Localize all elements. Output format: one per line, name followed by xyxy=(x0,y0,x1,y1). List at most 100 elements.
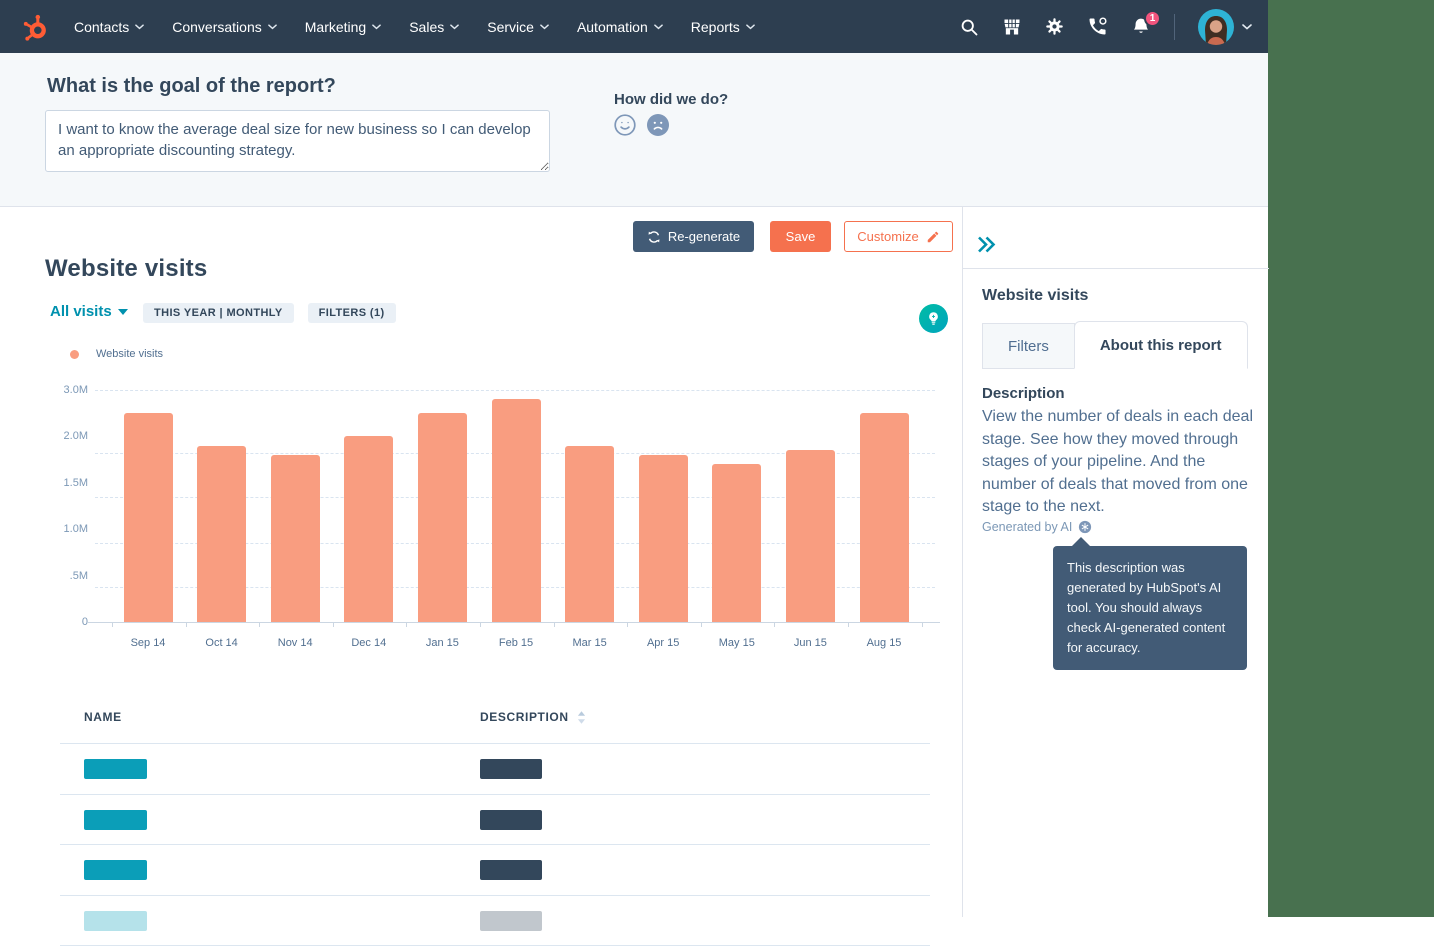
bar-jun-15[interactable] xyxy=(786,450,835,622)
sidebar-title: Website visits xyxy=(982,287,1088,305)
feedback-faces xyxy=(613,113,670,137)
nav-item-marketing[interactable]: Marketing xyxy=(291,0,395,53)
description-heading: Description xyxy=(982,385,1065,402)
bar-sep-14[interactable] xyxy=(124,413,173,622)
x-axis-tick xyxy=(554,622,555,627)
report-table xyxy=(60,743,930,946)
sidebar-divider xyxy=(963,268,1269,269)
report-badge[interactable]: FILTERS (1) xyxy=(308,303,396,323)
goal-input[interactable]: I want to know the average deal size for… xyxy=(45,110,550,172)
caret-down-icon xyxy=(118,309,128,315)
tab-filters[interactable]: Filters xyxy=(982,323,1075,369)
nav-divider xyxy=(1174,14,1175,40)
pencil-icon xyxy=(926,230,940,244)
backdrop xyxy=(1268,0,1434,917)
nav-item-label: Conversations xyxy=(172,19,262,35)
breakdown-dropdown[interactable]: All visits xyxy=(50,303,128,320)
name-placeholder xyxy=(84,911,147,931)
nav-item-conversations[interactable]: Conversations xyxy=(158,0,291,53)
regenerate-label: Re-generate xyxy=(668,229,740,244)
column-header-description[interactable]: DESCRIPTION xyxy=(480,710,586,724)
nav-item-label: Automation xyxy=(577,19,648,35)
y-axis-label: 1.5M xyxy=(30,475,88,491)
customize-label: Customize xyxy=(857,229,918,244)
x-axis-tick xyxy=(480,622,481,627)
gridline xyxy=(95,390,935,391)
ai-info-icon[interactable] xyxy=(1078,520,1092,534)
description-placeholder xyxy=(480,911,542,931)
table-row[interactable] xyxy=(60,795,930,846)
x-axis-tick xyxy=(848,622,849,627)
sidebar-tabs: FiltersAbout this report xyxy=(982,321,1248,369)
bar-aug-15[interactable] xyxy=(860,413,909,622)
name-placeholder xyxy=(84,759,147,779)
account-menu[interactable] xyxy=(1198,9,1252,45)
right-sidebar: Website visits FiltersAbout this report … xyxy=(962,207,1268,917)
ai-tooltip: This description was generated by HubSpo… xyxy=(1053,546,1247,670)
table-row[interactable] xyxy=(60,744,930,795)
chevron-down-icon xyxy=(372,24,381,30)
search-icon[interactable] xyxy=(959,17,979,37)
description-placeholder xyxy=(480,810,542,830)
table-row[interactable] xyxy=(60,845,930,896)
nav-item-sales[interactable]: Sales xyxy=(395,0,473,53)
bar-mar-15[interactable] xyxy=(565,446,614,622)
nav-item-reports[interactable]: Reports xyxy=(677,0,769,53)
bar-may-15[interactable] xyxy=(712,464,761,622)
x-axis-label: Mar 15 xyxy=(560,637,620,649)
y-axis-label: 1.0M xyxy=(30,521,88,537)
report-badge[interactable]: THIS YEAR | MONTHLY xyxy=(143,303,294,323)
regenerate-button[interactable]: Re-generate xyxy=(633,221,754,252)
x-axis-label: Feb 15 xyxy=(486,637,546,649)
marketplace-icon[interactable] xyxy=(1002,17,1022,37)
table-row[interactable] xyxy=(60,896,930,946)
bar-feb-15[interactable] xyxy=(492,399,541,622)
nav-item-service[interactable]: Service xyxy=(473,0,563,53)
goal-title: What is the goal of the report? xyxy=(47,75,336,98)
x-axis-tick xyxy=(259,622,260,627)
top-nav: Contacts Conversations Marketing SalesServi… xyxy=(0,0,1268,53)
insight-lightbulb-button[interactable] xyxy=(919,304,948,333)
y-axis-label: .5M xyxy=(30,568,88,584)
nav-item-contacts[interactable]: Contacts xyxy=(60,0,158,53)
chevron-down-icon xyxy=(450,24,459,30)
hubspot-logo-icon[interactable] xyxy=(20,11,50,43)
chevron-down-icon xyxy=(540,24,549,30)
notifications-bell-icon[interactable]: 1 xyxy=(1131,17,1151,37)
column-label: DESCRIPTION xyxy=(480,710,569,724)
x-axis-tick xyxy=(774,622,775,627)
nav-item-label: Reports xyxy=(691,19,740,35)
report-badges: THIS YEAR | MONTHLY FILTERS (1) xyxy=(143,303,396,323)
sort-icon[interactable] xyxy=(577,711,586,724)
x-axis-tick xyxy=(627,622,628,627)
sad-face-icon[interactable] xyxy=(646,113,670,137)
bar-dec-14[interactable] xyxy=(344,436,393,622)
breakdown-label: All visits xyxy=(50,303,112,320)
chart-plot xyxy=(95,390,935,622)
collapse-sidebar-button[interactable] xyxy=(976,235,996,259)
legend-label: Website visits xyxy=(96,348,163,360)
description-placeholder xyxy=(480,860,542,880)
chevron-down-icon xyxy=(135,24,144,30)
bar-apr-15[interactable] xyxy=(639,455,688,622)
x-axis-tick xyxy=(112,622,113,627)
nav-item-label: Marketing xyxy=(305,19,366,35)
x-axis-label: Aug 15 xyxy=(854,637,914,649)
notification-badge[interactable]: 1 xyxy=(1144,10,1161,27)
chevron-down-icon xyxy=(654,24,663,30)
y-axis-label: 0 xyxy=(30,614,88,630)
calling-phone-icon[interactable] xyxy=(1087,16,1108,37)
column-header-name[interactable]: NAME xyxy=(84,710,122,724)
x-axis-line xyxy=(88,622,940,623)
report-title: Website visits xyxy=(45,255,207,283)
customize-button[interactable]: Customize xyxy=(844,221,953,252)
nav-item-automation[interactable]: Automation xyxy=(563,0,677,53)
settings-gear-icon[interactable] xyxy=(1045,17,1064,36)
avatar[interactable] xyxy=(1198,9,1234,45)
bar-oct-14[interactable] xyxy=(197,446,246,622)
bar-nov-14[interactable] xyxy=(271,455,320,622)
save-button[interactable]: Save xyxy=(770,221,831,252)
bar-jan-15[interactable] xyxy=(418,413,467,622)
tab-about-this-report[interactable]: About this report xyxy=(1074,321,1248,369)
happy-face-icon[interactable] xyxy=(613,113,637,137)
